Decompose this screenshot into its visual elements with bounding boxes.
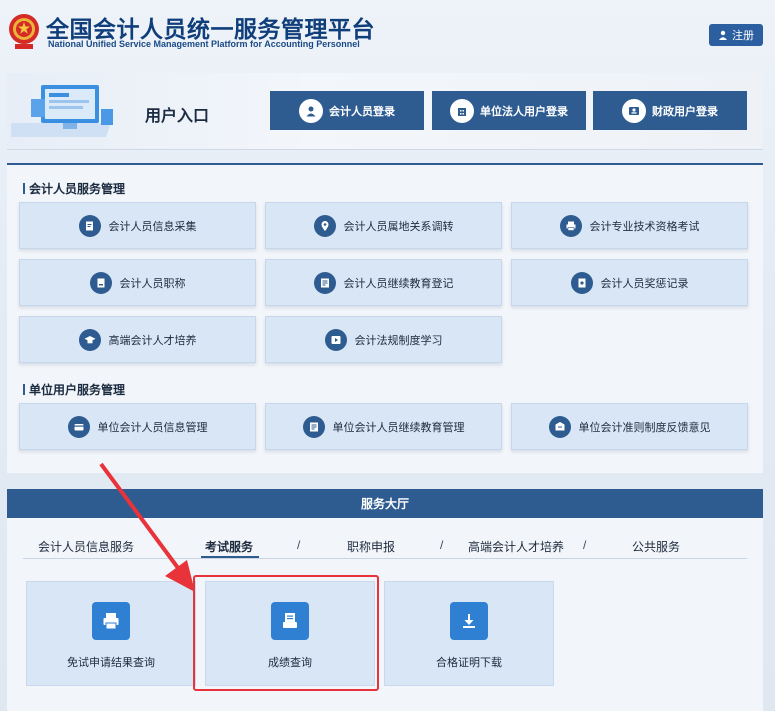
tab-exam-service[interactable]: 考试服务 bbox=[205, 538, 253, 555]
register-button[interactable]: 注册 bbox=[709, 24, 763, 46]
active-tab-underline bbox=[201, 556, 259, 558]
finance-login-button[interactable]: 财政用户登录 bbox=[593, 91, 747, 130]
certificate-icon bbox=[89, 271, 112, 294]
card-icon bbox=[67, 415, 90, 438]
printer-icon bbox=[92, 602, 130, 640]
service-professional-title[interactable]: 会计人员职称 bbox=[19, 259, 256, 306]
service-label: 会计法规制度学习 bbox=[354, 334, 443, 347]
user-entry-label: 用户入口 bbox=[145, 108, 210, 125]
person-icon bbox=[306, 106, 316, 116]
service-label: 高端会计人才培养 bbox=[108, 334, 197, 347]
printer-icon bbox=[559, 214, 582, 237]
service-territory-transfer[interactable]: 会计人员属地关系调转 bbox=[265, 202, 502, 249]
id-card-icon bbox=[629, 106, 639, 115]
computer-illustration-icon bbox=[11, 85, 113, 137]
register-label: 注册 bbox=[732, 30, 754, 42]
tab-public-service[interactable]: 公共服务 bbox=[632, 538, 680, 555]
service-label: 会计人员信息采集 bbox=[108, 220, 197, 233]
user-entry-section: 用户入口 会计人员登录 单位法人用户登录 财政用户登录 bbox=[7, 73, 763, 150]
record-icon bbox=[570, 271, 593, 294]
tab-senior-talent[interactable]: 高端会计人才培养 bbox=[468, 538, 564, 555]
play-icon bbox=[324, 328, 347, 351]
service-label: 单位会计准则制度反馈意见 bbox=[578, 421, 711, 434]
service-label: 会计人员奖惩记录 bbox=[600, 277, 689, 290]
form-icon bbox=[302, 415, 325, 438]
accountant-services-title: 会计人员服务管理 bbox=[23, 180, 125, 197]
card-label: 合格证明下载 bbox=[436, 657, 502, 669]
red-arrow-annotation bbox=[99, 462, 195, 592]
edit-doc-icon bbox=[78, 214, 101, 237]
services-panel: 会计人员服务管理 会计人员信息采集 会计人员属地关系调转 会计专业技术资格考试 … bbox=[7, 163, 763, 473]
service-info-collection[interactable]: 会计人员信息采集 bbox=[19, 202, 256, 249]
service-label: 会计人员继续教育登记 bbox=[343, 277, 454, 290]
service-unit-standards-feedback[interactable]: 单位会计准则制度反馈意见 bbox=[511, 403, 748, 450]
tab-separator: / bbox=[440, 538, 444, 552]
finance-login-label: 财政用户登录 bbox=[652, 105, 718, 118]
accountant-login-label: 会计人员登录 bbox=[329, 105, 395, 118]
service-label: 会计专业技术资格考试 bbox=[589, 220, 700, 233]
service-qualification-exam[interactable]: 会计专业技术资格考试 bbox=[511, 202, 748, 249]
service-label: 单位会计人员信息管理 bbox=[97, 421, 208, 434]
header: 全国会计人员统一服务管理平台 National Unified Service … bbox=[0, 0, 775, 72]
form-icon bbox=[313, 271, 336, 294]
service-label: 单位会计人员继续教育管理 bbox=[332, 421, 465, 434]
service-continuing-education[interactable]: 会计人员继续教育登记 bbox=[265, 259, 502, 306]
tab-separator: / bbox=[297, 538, 301, 552]
graduation-cap-icon bbox=[78, 328, 101, 351]
feedback-icon bbox=[548, 415, 571, 438]
tab-title-application[interactable]: 职称申报 bbox=[347, 538, 395, 555]
service-label: 会计人员属地关系调转 bbox=[343, 220, 454, 233]
unit-legal-login-label: 单位法人用户登录 bbox=[480, 105, 568, 118]
download-icon bbox=[450, 602, 488, 640]
service-label: 会计人员职称 bbox=[119, 277, 186, 290]
service-reward-record[interactable]: 会计人员奖惩记录 bbox=[511, 259, 748, 306]
service-unit-info-management[interactable]: 单位会计人员信息管理 bbox=[19, 403, 256, 450]
service-law-study[interactable]: 会计法规制度学习 bbox=[265, 316, 502, 363]
service-unit-continuing-education[interactable]: 单位会计人员继续教育管理 bbox=[265, 403, 502, 450]
highlight-box bbox=[193, 575, 379, 691]
unit-services-title: 单位用户服务管理 bbox=[23, 381, 125, 398]
accountant-login-button[interactable]: 会计人员登录 bbox=[270, 91, 424, 130]
platform-title-en: National Unified Service Management Plat… bbox=[48, 39, 360, 49]
service-senior-talent[interactable]: 高端会计人才培养 bbox=[19, 316, 256, 363]
tab-separator: / bbox=[583, 538, 587, 552]
building-icon bbox=[458, 107, 466, 116]
unit-legal-login-button[interactable]: 单位法人用户登录 bbox=[432, 91, 586, 130]
card-label: 免试申请结果查询 bbox=[67, 657, 155, 669]
location-icon bbox=[313, 214, 336, 237]
card-certificate-download[interactable]: 合格证明下载 bbox=[384, 581, 554, 686]
person-icon bbox=[719, 30, 727, 40]
national-emblem-icon bbox=[9, 14, 39, 49]
